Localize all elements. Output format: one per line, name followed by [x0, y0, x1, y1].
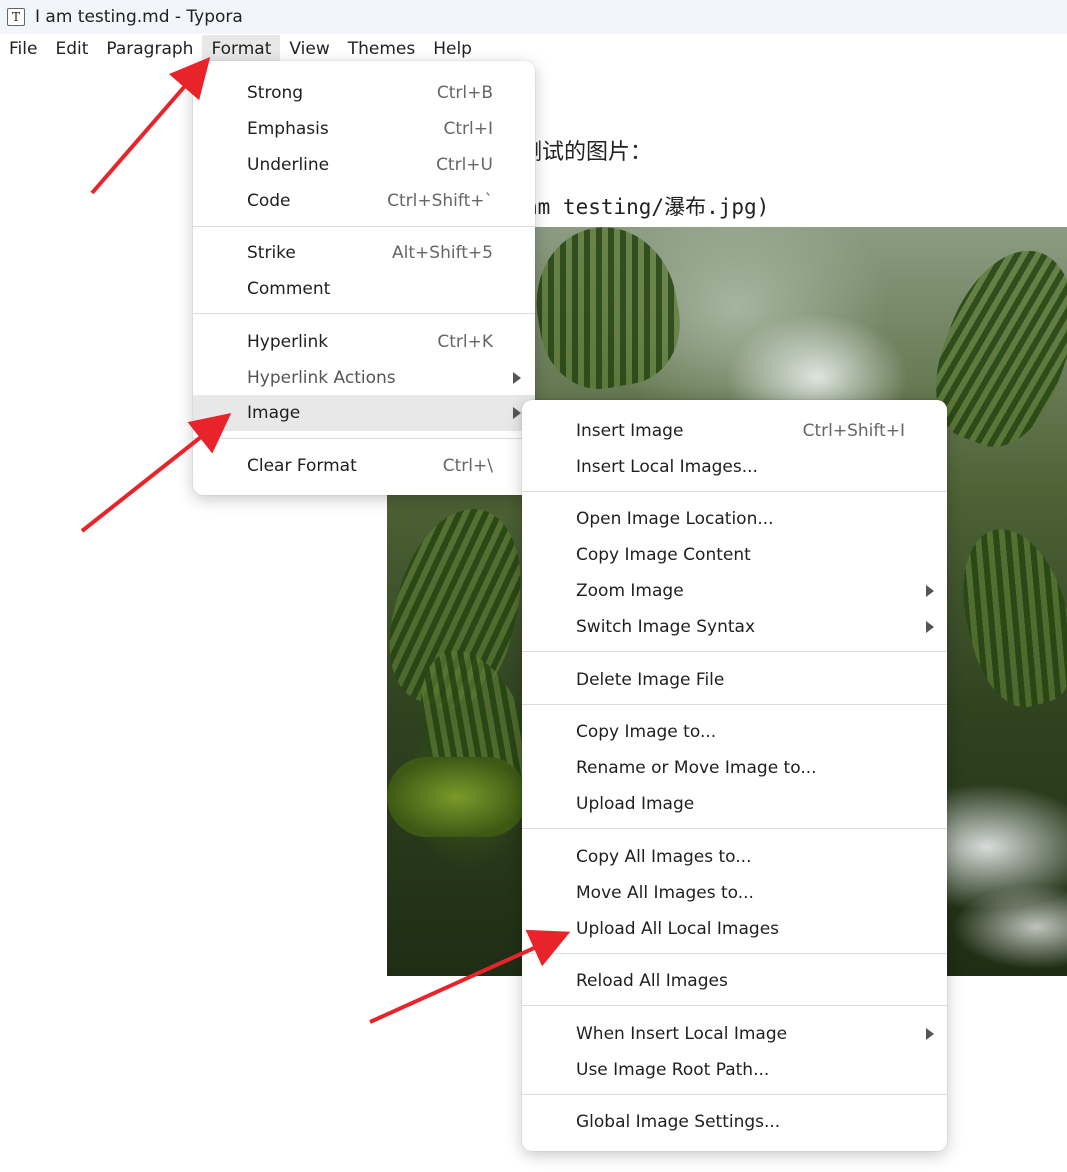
menu-help[interactable]: Help	[424, 35, 481, 63]
arrow-to-format-menu	[90, 56, 211, 195]
submenu-arrow-icon	[926, 621, 934, 633]
format-item-clear-format[interactable]: Clear Format Ctrl+\	[193, 448, 535, 484]
image-item-upload-all-local-images[interactable]: Upload All Local Images	[522, 911, 947, 947]
typora-app-icon: T	[7, 8, 25, 26]
menu-edit[interactable]: Edit	[46, 35, 97, 63]
image-item-copy-image-to[interactable]: Copy Image to...	[522, 714, 947, 750]
menu-separator	[193, 226, 535, 227]
format-item-code[interactable]: Code Ctrl+Shift+`	[193, 183, 535, 219]
menu-format[interactable]: Format	[202, 35, 281, 63]
menu-separator	[522, 704, 947, 705]
submenu-arrow-icon	[926, 1028, 934, 1040]
menu-separator	[522, 491, 947, 492]
format-item-emphasis[interactable]: Emphasis Ctrl+I	[193, 111, 535, 147]
image-item-copy-image-content[interactable]: Copy Image Content	[522, 537, 947, 573]
submenu-arrow-icon	[926, 585, 934, 597]
menu-themes[interactable]: Themes	[339, 35, 425, 63]
format-item-hyperlink-actions[interactable]: Hyperlink Actions	[193, 360, 535, 396]
menu-paragraph[interactable]: Paragraph	[97, 35, 202, 63]
submenu-arrow-icon	[513, 407, 521, 419]
image-item-move-all-images-to[interactable]: Move All Images to...	[522, 875, 947, 911]
image-item-upload-image[interactable]: Upload Image	[522, 786, 947, 822]
menu-view[interactable]: View	[280, 35, 338, 63]
menu-separator	[522, 1094, 947, 1095]
menu-file[interactable]: File	[0, 35, 46, 63]
image-item-zoom-image[interactable]: Zoom Image	[522, 573, 947, 609]
menu-separator	[193, 438, 535, 439]
image-item-when-insert-local-image[interactable]: When Insert Local Image	[522, 1016, 947, 1052]
menu-separator	[522, 953, 947, 954]
menu-separator	[522, 828, 947, 829]
format-item-underline[interactable]: Underline Ctrl+U	[193, 147, 535, 183]
image-item-switch-image-syntax[interactable]: Switch Image Syntax	[522, 609, 947, 645]
image-submenu: Insert Image Ctrl+Shift+I Insert Local I…	[522, 400, 947, 1151]
image-item-insert-local-images[interactable]: Insert Local Images...	[522, 449, 947, 485]
format-item-strike[interactable]: Strike Alt+Shift+5	[193, 235, 535, 271]
image-item-global-image-settings[interactable]: Global Image Settings...	[522, 1104, 947, 1140]
image-item-reload-all-images[interactable]: Reload All Images	[522, 963, 947, 999]
menu-separator	[193, 313, 535, 314]
title-bar: T I am testing.md - Typora	[0, 0, 1067, 34]
format-item-strong[interactable]: Strong Ctrl+B	[193, 75, 535, 111]
image-item-copy-all-images-to[interactable]: Copy All Images to...	[522, 839, 947, 875]
image-item-rename-or-move-image[interactable]: Rename or Move Image to...	[522, 750, 947, 786]
format-item-comment[interactable]: Comment	[193, 271, 535, 307]
menu-separator	[522, 651, 947, 652]
image-item-delete-image-file[interactable]: Delete Image File	[522, 662, 947, 698]
format-item-image[interactable]: Image	[193, 395, 535, 431]
menu-separator	[522, 1005, 947, 1006]
image-item-open-image-location[interactable]: Open Image Location...	[522, 501, 947, 537]
window-title: I am testing.md - Typora	[35, 7, 243, 27]
format-item-hyperlink[interactable]: Hyperlink Ctrl+K	[193, 324, 535, 360]
document-image-source[interactable]: am testing/瀑布.jpg)	[525, 191, 769, 221]
document-paragraph[interactable]: 测试的图片：	[520, 134, 652, 166]
format-menu: Strong Ctrl+B Emphasis Ctrl+I Underline …	[193, 61, 535, 495]
menu-bar: File Edit Paragraph Format View Themes H…	[0, 35, 481, 63]
image-item-use-image-root-path[interactable]: Use Image Root Path...	[522, 1052, 947, 1088]
image-item-insert-image[interactable]: Insert Image Ctrl+Shift+I	[522, 413, 947, 449]
submenu-arrow-icon	[513, 372, 521, 384]
